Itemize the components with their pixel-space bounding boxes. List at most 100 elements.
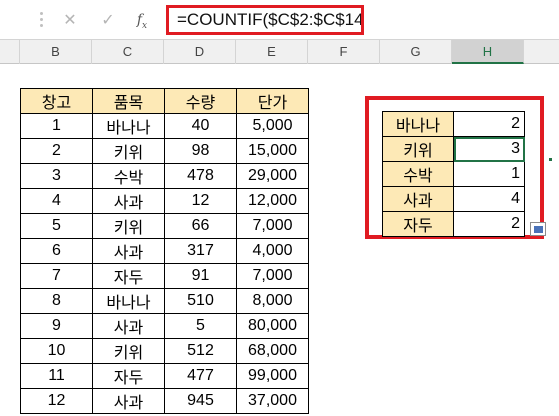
warehouse-cell[interactable]: 5 [20,213,93,239]
price-cell[interactable]: 15,000 [236,138,309,164]
price-cell[interactable]: 68,000 [236,338,309,364]
result-row: 바나나 2 [382,111,525,137]
inventory-table: 창고 품목 수량 단가 1 바나나 40 5,000 2 키위 98 15,000 3 수박 478… [20,88,309,414]
count-cell[interactable]: 4 [453,186,525,212]
warehouse-cell[interactable]: 8 [20,288,93,314]
fill-handle[interactable] [548,157,553,162]
count-cell[interactable]: 2 [453,111,525,137]
price-cell[interactable]: 4,000 [236,238,309,264]
item-cell[interactable]: 사과 [92,188,165,214]
warehouse-cell[interactable]: 10 [20,338,93,364]
result-row: 수박 1 [382,161,525,187]
column-header-h[interactable]: H [452,40,524,64]
drag-handle-icon[interactable] [40,12,44,28]
item-cell[interactable]: 사과 [92,313,165,339]
warehouse-cell[interactable]: 2 [20,138,93,164]
fruit-name-cell[interactable]: 자두 [382,211,454,237]
header-quantity[interactable]: 수량 [164,88,237,114]
price-cell[interactable]: 8,000 [236,288,309,314]
fx-sub: x [142,20,148,31]
worksheet-grid[interactable]: 창고 품목 수량 단가 1 바나나 40 5,000 2 키위 98 15,000 3 수박 478… [0,64,559,416]
warehouse-cell[interactable]: 3 [20,163,93,189]
quantity-cell[interactable]: 510 [164,288,237,314]
table-row: 1 바나나 40 5,000 [20,113,309,139]
table-row: 5 키위 66 7,000 [20,213,309,239]
item-cell[interactable]: 자두 [92,263,165,289]
table-row: 4 사과 12 12,000 [20,188,309,214]
table-row: 9 사과 5 80,000 [20,313,309,339]
quantity-cell[interactable]: 5 [164,313,237,339]
formula-bar: ✕ ✓ fx =COUNTIF($C$2:$C$14,G4) [0,0,559,40]
header-price[interactable]: 단가 [236,88,309,114]
item-cell[interactable]: 바나나 [92,288,165,314]
warehouse-cell[interactable]: 7 [20,263,93,289]
price-cell[interactable]: 7,000 [236,213,309,239]
column-header-g[interactable]: G [380,40,452,64]
quantity-cell[interactable]: 98 [164,138,237,164]
quantity-cell[interactable]: 317 [164,238,237,264]
quantity-cell[interactable]: 66 [164,213,237,239]
quantity-cell[interactable]: 478 [164,163,237,189]
item-cell[interactable]: 자두 [92,363,165,389]
column-header-d[interactable]: D [164,40,236,64]
column-header-e[interactable]: E [236,40,308,64]
column-header-b[interactable]: B [20,40,92,64]
column-header-f[interactable]: F [308,40,380,64]
price-cell[interactable]: 37,000 [236,388,309,414]
table-row: 6 사과 317 4,000 [20,238,309,264]
price-cell[interactable]: 5,000 [236,113,309,139]
insert-function-icon[interactable]: fx [130,8,154,32]
item-cell[interactable]: 수박 [92,163,165,189]
enter-icon[interactable]: ✓ [96,8,120,32]
count-cell[interactable]: 1 [453,161,525,187]
table-row: 8 바나나 510 8,000 [20,288,309,314]
quantity-cell[interactable]: 477 [164,363,237,389]
warehouse-cell[interactable]: 6 [20,238,93,264]
fruit-name-cell[interactable]: 바나나 [382,111,454,137]
table-row: 2 키위 98 15,000 [20,138,309,164]
result-row: 키위 3 [382,136,525,162]
item-cell[interactable]: 사과 [92,388,165,414]
warehouse-cell[interactable]: 12 [20,388,93,414]
quick-analysis-icon[interactable] [530,222,546,236]
warehouse-cell[interactable]: 11 [20,363,93,389]
price-cell[interactable]: 99,000 [236,363,309,389]
cancel-icon[interactable]: ✕ [58,8,82,32]
warehouse-cell[interactable]: 9 [20,313,93,339]
item-cell[interactable]: 키위 [92,138,165,164]
quantity-cell[interactable]: 91 [164,263,237,289]
table-row: 7 자두 91 7,000 [20,263,309,289]
price-cell[interactable]: 12,000 [236,188,309,214]
item-cell[interactable]: 바나나 [92,113,165,139]
price-cell[interactable]: 80,000 [236,313,309,339]
formula-input[interactable]: =COUNTIF($C$2:$C$14,G4) [166,5,364,35]
quantity-cell[interactable]: 945 [164,388,237,414]
result-row: 자두 2 [382,211,525,237]
table-row: 3 수박 478 29,000 [20,163,309,189]
header-item[interactable]: 품목 [92,88,165,114]
quantity-cell[interactable]: 40 [164,113,237,139]
column-header-row: B C D E F G H [0,40,559,64]
row-header-corner[interactable] [0,40,20,64]
warehouse-cell[interactable]: 1 [20,113,93,139]
count-result-table: 바나나 2 키위 3 수박 1 사과 4 자두 2 [382,111,525,237]
count-cell[interactable]: 3 [453,136,525,162]
column-header-i[interactable] [524,40,559,64]
table-row: 12 사과 945 37,000 [20,388,309,414]
inventory-header-row: 창고 품목 수량 단가 [20,88,309,114]
fruit-name-cell[interactable]: 수박 [382,161,454,187]
fruit-name-cell[interactable]: 키위 [382,136,454,162]
price-cell[interactable]: 29,000 [236,163,309,189]
table-row: 11 자두 477 99,000 [20,363,309,389]
fruit-name-cell[interactable]: 사과 [382,186,454,212]
header-warehouse[interactable]: 창고 [20,88,93,114]
item-cell[interactable]: 키위 [92,338,165,364]
quantity-cell[interactable]: 512 [164,338,237,364]
column-header-c[interactable]: C [92,40,164,64]
item-cell[interactable]: 사과 [92,238,165,264]
count-cell[interactable]: 2 [453,211,525,237]
item-cell[interactable]: 키위 [92,213,165,239]
warehouse-cell[interactable]: 4 [20,188,93,214]
quantity-cell[interactable]: 12 [164,188,237,214]
price-cell[interactable]: 7,000 [236,263,309,289]
